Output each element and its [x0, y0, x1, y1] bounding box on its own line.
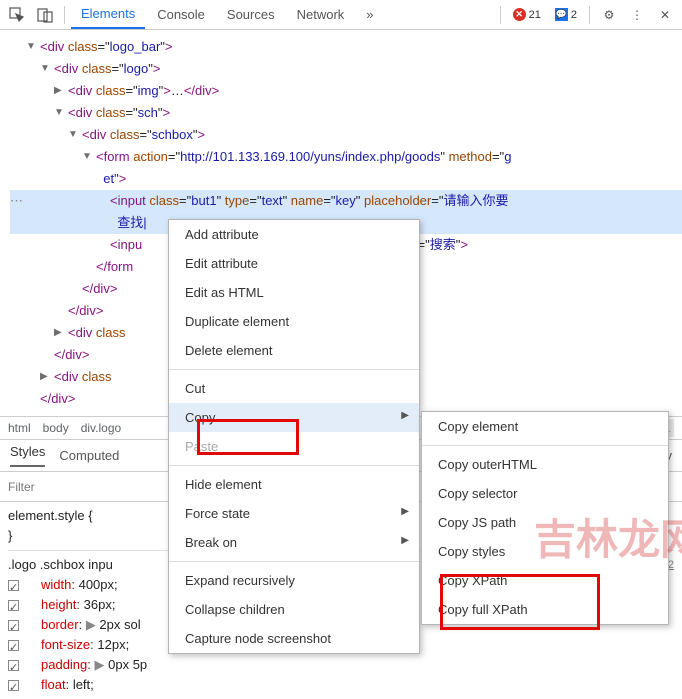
menu-paste: Paste [169, 432, 419, 461]
prop-checkbox[interactable] [8, 660, 19, 671]
menu-copy-full-xpath[interactable]: Copy full XPath [422, 595, 668, 624]
menu-delete[interactable]: Delete element [169, 336, 419, 365]
tab-elements[interactable]: Elements [71, 0, 145, 29]
message-count[interactable]: 💬2 [551, 6, 581, 23]
menu-copy-jspath[interactable]: Copy JS path [422, 508, 668, 537]
separator [500, 6, 501, 24]
dom-node[interactable]: <div class="schbox"> [82, 127, 205, 142]
dom-node[interactable]: <div class="sch"> [68, 105, 170, 120]
error-count[interactable]: ✕21 [509, 6, 545, 23]
ellipsis-icon[interactable]: ⋯ [10, 190, 23, 212]
prop-checkbox[interactable] [8, 640, 19, 651]
context-menu: Add attribute Edit attribute Edit as HTM… [168, 219, 420, 654]
tab-sources[interactable]: Sources [217, 1, 285, 28]
dom-node[interactable]: <div class [68, 325, 125, 340]
dom-node[interactable]: </div> [40, 391, 75, 406]
menu-collapse[interactable]: Collapse children [169, 595, 419, 624]
dom-node[interactable]: <inpu [110, 237, 142, 252]
expand-arrow[interactable] [40, 58, 50, 80]
expand-arrow[interactable] [54, 102, 64, 124]
expand-arrow[interactable] [54, 322, 64, 344]
prop-checkbox[interactable] [8, 600, 19, 611]
menu-copy-xpath[interactable]: Copy XPath [422, 566, 668, 595]
dom-node[interactable]: <form action="http://101.133.169.100/yun… [96, 149, 511, 164]
css-prop[interactable]: height [23, 597, 76, 612]
dom-node[interactable]: <div class="img">…</div> [68, 83, 219, 98]
separator [64, 6, 65, 24]
crumb-html[interactable]: html [8, 421, 31, 435]
dom-node-cont: 查找| [110, 215, 147, 230]
dom-node[interactable]: <div class="logo_bar"> [40, 39, 173, 54]
message-icon: 💬 [555, 8, 568, 21]
dom-node[interactable]: </form [96, 259, 133, 274]
context-submenu: Copy element Copy outerHTML Copy selecto… [421, 411, 669, 625]
menu-cut[interactable]: Cut [169, 374, 419, 403]
rule-selector[interactable]: .logo .schbox inpu [8, 557, 113, 572]
prop-checkbox[interactable] [8, 580, 19, 591]
dom-node[interactable]: </div> [82, 281, 117, 296]
menu-separator [169, 465, 419, 466]
menu-expand[interactable]: Expand recursively [169, 566, 419, 595]
menu-separator [422, 445, 668, 446]
dom-node-selected[interactable]: <input class="but1" type="text" name="ke… [110, 193, 508, 208]
css-prop[interactable]: font-size [23, 637, 90, 652]
tab-console[interactable]: Console [147, 1, 215, 28]
dom-node[interactable]: <div class [54, 369, 111, 384]
menu-copy-element[interactable]: Copy element [422, 412, 668, 441]
tab-network[interactable]: Network [287, 1, 355, 28]
menu-force-state[interactable]: Force state [169, 499, 419, 528]
menu-edit-html[interactable]: Edit as HTML [169, 278, 419, 307]
expand-arrow[interactable] [54, 80, 64, 102]
menu-capture[interactable]: Capture node screenshot [169, 624, 419, 653]
separator [589, 6, 590, 24]
expand-arrow[interactable] [68, 124, 78, 146]
subtab-computed[interactable]: Computed [59, 448, 119, 463]
menu-separator [169, 369, 419, 370]
error-icon: ✕ [513, 8, 526, 21]
dom-node-cont: et"> [96, 171, 126, 186]
crumb-body[interactable]: body [43, 421, 69, 435]
dom-node[interactable]: </div> [54, 347, 89, 362]
tabs-overflow[interactable]: » [356, 1, 383, 28]
device-toggle-icon[interactable] [32, 2, 58, 28]
css-prop[interactable]: border [23, 617, 79, 632]
menu-separator [169, 561, 419, 562]
css-prop[interactable]: float [23, 677, 66, 692]
menu-copy-selector[interactable]: Copy selector [422, 479, 668, 508]
menu-hide[interactable]: Hide element [169, 470, 419, 499]
menu-copy[interactable]: Copy [169, 403, 419, 432]
menu-copy-styles[interactable]: Copy styles [422, 537, 668, 566]
subtab-styles[interactable]: Styles [10, 444, 45, 467]
menu-break-on[interactable]: Break on [169, 528, 419, 557]
rule-selector[interactable]: element.style { [8, 508, 93, 523]
expand-arrow[interactable] [82, 146, 92, 168]
prop-checkbox[interactable] [8, 620, 19, 631]
css-prop[interactable]: width [23, 577, 71, 592]
menu-edit-attribute[interactable]: Edit attribute [169, 249, 419, 278]
crumb-div-logo[interactable]: div.logo [81, 421, 121, 435]
dom-node[interactable]: </div> [68, 303, 103, 318]
menu-add-attribute[interactable]: Add attribute [169, 220, 419, 249]
dom-node[interactable]: <div class="logo"> [54, 61, 160, 76]
kebab-icon[interactable]: ⋮ [624, 2, 650, 28]
menu-duplicate[interactable]: Duplicate element [169, 307, 419, 336]
filter-input[interactable] [8, 475, 88, 499]
menu-copy-outerhtml[interactable]: Copy outerHTML [422, 450, 668, 479]
inspect-icon[interactable] [4, 2, 30, 28]
expand-arrow[interactable] [26, 36, 36, 58]
expand-arrow[interactable] [40, 366, 50, 388]
close-icon[interactable]: ✕ [652, 2, 678, 28]
gear-icon[interactable]: ⚙ [596, 2, 622, 28]
css-prop[interactable]: padding [23, 657, 87, 672]
prop-checkbox[interactable] [8, 680, 19, 691]
